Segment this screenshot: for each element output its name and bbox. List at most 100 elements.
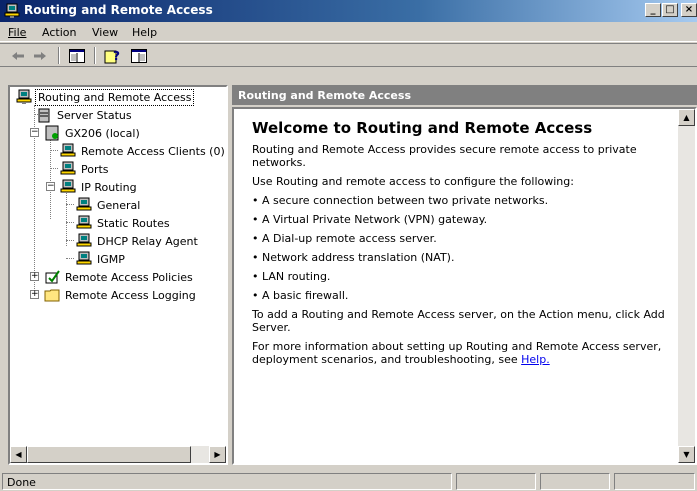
- tree-line: [50, 168, 58, 169]
- tree-line: [66, 240, 74, 241]
- ip-routing-icon: [60, 179, 76, 193]
- welcome-heading: Welcome to Routing and Remote Access: [252, 119, 593, 137]
- scroll-up-button[interactable]: ▲: [678, 109, 695, 126]
- menu-action-label: Action: [42, 26, 77, 39]
- more-info-paragraph: For more information about setting up Ro…: [252, 340, 682, 366]
- tree-line: [66, 258, 74, 259]
- menu-view[interactable]: View: [92, 26, 118, 39]
- expand-toggle-policies[interactable]: +: [30, 272, 39, 281]
- scroll-left-button[interactable]: ◀: [10, 446, 27, 463]
- maximize-button[interactable]: □: [662, 3, 678, 17]
- title-bar: Routing and Remote Access _ □ ×: [0, 0, 697, 22]
- bullet-item: • A secure connection between two privat…: [252, 194, 549, 207]
- status-panel-2: [456, 473, 536, 490]
- tree-item-root[interactable]: Routing and Remote Access: [16, 88, 195, 106]
- tree-label-igmp: IGMP: [97, 252, 125, 266]
- tree-item-ports[interactable]: Ports: [60, 160, 111, 178]
- back-arrow-icon: [12, 52, 24, 60]
- tree-label-static-routes: Static Routes: [97, 216, 170, 230]
- tree-label-root: Routing and Remote Access: [35, 88, 195, 106]
- console-tree-icon: [69, 49, 85, 63]
- bullet-item: • Network address translation (NAT).: [252, 251, 455, 264]
- tree-item-general[interactable]: General: [76, 196, 142, 214]
- toolbar-separator-2: [94, 47, 96, 64]
- tree-label-dhcp-relay: DHCP Relay Agent: [97, 234, 198, 248]
- tree-label-ip-routing: IP Routing: [81, 180, 137, 194]
- more-info-text: For more information about setting up Ro…: [252, 340, 662, 366]
- menu-file[interactable]: File: [8, 26, 26, 39]
- collapse-toggle[interactable]: −: [30, 128, 39, 137]
- status-panel-4: [614, 473, 695, 490]
- menu-bar: File Action View Help: [0, 22, 697, 42]
- tree-label-ports: Ports: [81, 162, 109, 176]
- tree-item-ip-routing[interactable]: IP Routing: [60, 178, 139, 196]
- details-pane: Routing and Remote Access Welcome to Rou…: [232, 85, 697, 465]
- routing-app-icon: [4, 3, 20, 18]
- igmp-icon: [76, 251, 92, 265]
- tree-label-general: General: [97, 198, 141, 212]
- tree-item-server[interactable]: GX206 (local): [44, 124, 142, 142]
- content-vertical-scrollbar[interactable]: ▲ ▼: [678, 109, 695, 463]
- status-text: Done: [2, 473, 452, 490]
- bullet-item: • A Dial-up remote access server.: [252, 232, 437, 245]
- use-text: Use Routing and remote access to configu…: [252, 175, 574, 188]
- tree-item-igmp[interactable]: IGMP: [76, 250, 127, 268]
- help-link[interactable]: Help.: [521, 353, 550, 366]
- remote-clients-icon: [60, 143, 76, 157]
- expand-toggle-logging[interactable]: +: [30, 290, 39, 299]
- forward-button[interactable]: [32, 47, 48, 65]
- menu-view-label: View: [92, 26, 119, 39]
- collapse-toggle-ip-routing[interactable]: −: [46, 182, 55, 191]
- svg-text:?: ?: [113, 49, 120, 63]
- window-title: Routing and Remote Access: [24, 3, 213, 17]
- tree-line: [66, 191, 67, 246]
- tree-line: [66, 222, 74, 223]
- welcome-text: Welcome to Routing and Remote Access Rou…: [250, 119, 682, 372]
- show-hide-action-pane-button[interactable]: [130, 47, 148, 65]
- help-button[interactable]: ?: [104, 47, 122, 65]
- help-icon: ?: [104, 49, 120, 64]
- folder-icon: [44, 289, 60, 302]
- minimize-button[interactable]: _: [645, 3, 661, 17]
- tree-line: [66, 204, 74, 205]
- dhcp-relay-icon: [76, 233, 92, 247]
- tree-item-logging[interactable]: Remote Access Logging: [44, 286, 198, 304]
- tree-item-static-routes[interactable]: Static Routes: [76, 214, 172, 232]
- server-status-icon: [38, 108, 50, 123]
- general-icon: [76, 197, 92, 211]
- scroll-right-button[interactable]: ▶: [209, 446, 226, 463]
- back-button[interactable]: [10, 47, 26, 65]
- menu-help[interactable]: Help: [132, 26, 157, 39]
- menu-help-label: Help: [132, 26, 158, 39]
- tree-item-remote-clients[interactable]: Remote Access Clients (0): [60, 142, 226, 160]
- ports-icon: [60, 161, 76, 175]
- tree-label-server-status: Server Status: [57, 108, 132, 122]
- tree-line: [50, 150, 58, 151]
- tree-label-policies: Remote Access Policies: [65, 270, 193, 284]
- tree-horizontal-scrollbar[interactable]: ◀ ▶: [10, 446, 226, 463]
- menu-file-label: File: [8, 26, 27, 39]
- console-tree[interactable]: Routing and Remote Access Server Status …: [8, 85, 228, 465]
- scroll-down-button[interactable]: ▼: [678, 446, 695, 463]
- policies-icon: [45, 270, 60, 284]
- toolbar-separator: [58, 47, 60, 64]
- tree-item-policies[interactable]: Remote Access Policies: [44, 268, 195, 286]
- menu-action[interactable]: Action: [42, 26, 76, 39]
- details-header: Routing and Remote Access: [232, 85, 697, 105]
- add-server-text: To add a Routing and Remote Access serve…: [252, 308, 665, 334]
- pane-icon: [131, 49, 147, 63]
- tree-item-server-status[interactable]: Server Status: [36, 106, 134, 124]
- tree-label-logging: Remote Access Logging: [65, 288, 196, 302]
- server-icon: [16, 89, 32, 104]
- tree-label-server: GX206 (local): [65, 126, 140, 140]
- intro-text: Routing and Remote Access provides secur…: [252, 143, 637, 169]
- bullet-item: • A basic firewall.: [252, 289, 349, 302]
- bullet-item: • LAN routing.: [252, 270, 331, 283]
- close-button[interactable]: ×: [681, 3, 697, 17]
- status-panel-3: [540, 473, 610, 490]
- server-local-icon: [45, 125, 59, 141]
- tree-item-dhcp-relay[interactable]: DHCP Relay Agent: [76, 232, 200, 250]
- welcome-content: Welcome to Routing and Remote Access Rou…: [232, 107, 697, 465]
- show-hide-tree-button[interactable]: [68, 47, 86, 65]
- scroll-thumb[interactable]: [27, 446, 191, 463]
